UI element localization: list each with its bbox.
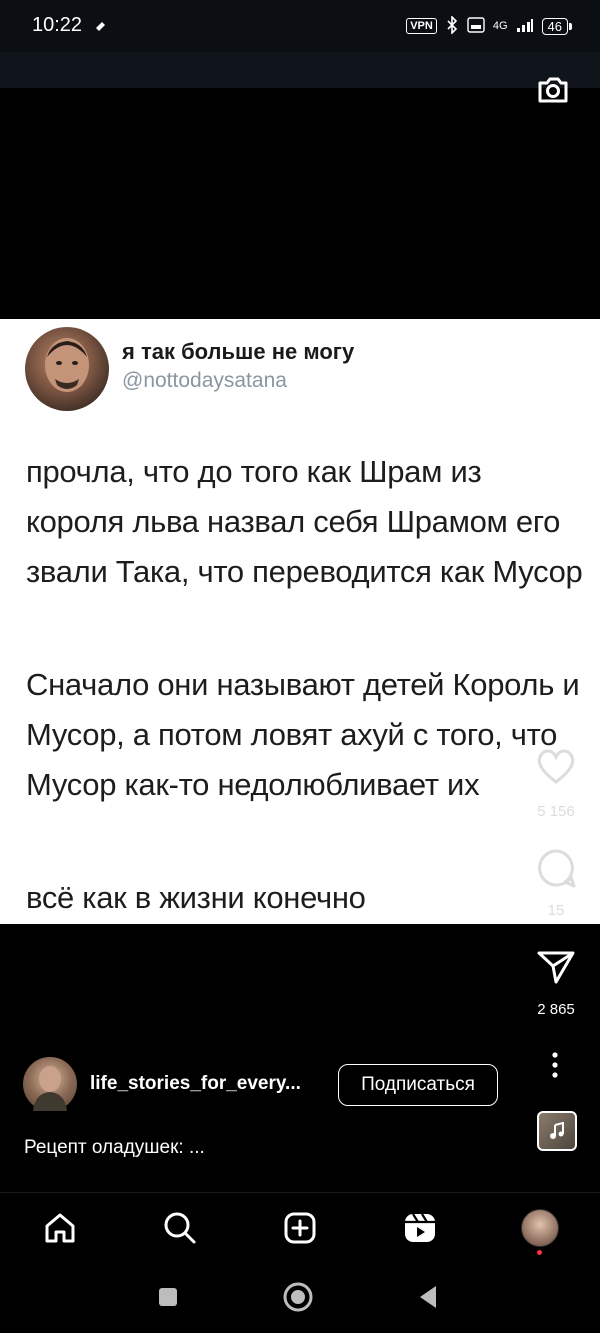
more-vertical-icon[interactable] (545, 1050, 565, 1080)
status-time: 10:22 (32, 14, 83, 36)
heart-icon[interactable] (534, 746, 578, 786)
tweet-paragraph-3: всё как в жизни конечно (26, 880, 366, 915)
subscribe-button[interactable]: Подписаться (338, 1064, 498, 1106)
shares-count: 2 865 (537, 1001, 575, 1018)
battery-indicator: 46 (541, 17, 573, 35)
tweet-author-handle: @nottodaysatana (122, 369, 287, 392)
signal-icon (516, 17, 534, 36)
profile-avatar-image (521, 1209, 559, 1247)
reels-icon[interactable] (400, 1208, 440, 1248)
notification-icon (94, 18, 108, 37)
camera-icon[interactable] (536, 74, 570, 111)
tweet-author-avatar (25, 327, 109, 411)
likes-count: 5 156 (537, 803, 575, 820)
tweet-author-name: я так больше не могу (122, 339, 355, 364)
volte-icon (467, 16, 485, 36)
tweet-paragraph-1: прочла, что до того как Шрам из короля л… (26, 454, 583, 589)
home-system-button[interactable] (281, 1280, 315, 1314)
tweet-card (0, 319, 600, 924)
post-author-avatar[interactable] (23, 1057, 77, 1111)
status-indicators: VPN 4G 46 (406, 14, 573, 38)
search-icon[interactable] (160, 1208, 200, 1248)
comment-icon[interactable] (534, 846, 578, 890)
profile-avatar[interactable] (520, 1208, 560, 1248)
video-top-strip (0, 52, 600, 88)
tweet-paragraph-2: Сначало они называют детей Король и Мусо… (26, 667, 580, 802)
post-author-name[interactable]: life_stories_for_every... (90, 1073, 325, 1095)
create-icon[interactable] (280, 1208, 320, 1248)
comments-count: 15 (547, 902, 565, 919)
profile-notification-dot (537, 1250, 542, 1255)
vpn-badge: VPN (406, 18, 437, 34)
home-icon[interactable] (40, 1208, 80, 1248)
back-button[interactable] (411, 1280, 445, 1314)
share-icon[interactable] (536, 948, 576, 986)
bluetooth-icon (445, 14, 459, 37)
music-icon[interactable] (537, 1111, 577, 1151)
recents-button[interactable] (151, 1280, 185, 1314)
post-caption[interactable]: Рецепт оладушек: ... (24, 1137, 205, 1159)
network-type: 4G (492, 20, 508, 32)
